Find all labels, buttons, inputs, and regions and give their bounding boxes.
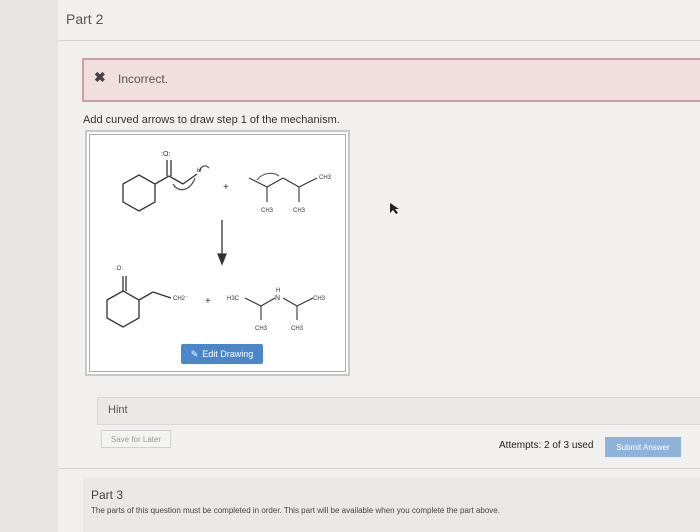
reactant-oxygen-label: :O:	[161, 151, 170, 158]
edit-drawing-button[interactable]: ✎ Edit Drawing	[181, 344, 263, 364]
reactant-amide	[248, 172, 318, 202]
save-for-later-button[interactable]: Save for Later	[101, 430, 171, 448]
question-instruction: Add curved arrows to draw step 1 of the …	[83, 114, 340, 126]
product-carbanion	[106, 276, 172, 328]
alert-message: Incorrect.	[118, 72, 169, 86]
reaction-arrow	[217, 220, 227, 266]
mechanism-structures: :O: H + CH3 CH3 CH3 :O: CH2⁻ + H3C N H C…	[106, 151, 332, 332]
reactant-ch3-left: CH3	[261, 208, 274, 214]
product-nh-label: H	[276, 288, 280, 294]
part-2-title: Part 2	[66, 11, 104, 27]
part-3-description: The parts of this question must be compl…	[91, 506, 500, 515]
mouse-cursor-icon	[390, 203, 399, 214]
mechanism-drawing-canvas[interactable]: :O: H + CH3 CH3 CH3 :O: CH2⁻ + H3C N H C…	[85, 130, 350, 376]
close-icon: ✖	[94, 69, 106, 85]
section-divider	[58, 468, 700, 469]
incorrect-alert: ✖ Incorrect.	[82, 58, 700, 102]
product-ch3-right: CH3	[313, 296, 326, 302]
part-3-section: Part 3 The parts of this question must b…	[83, 478, 700, 532]
product-carbanion-label: CH2⁻	[173, 296, 188, 302]
product-plus-sign: +	[205, 296, 211, 307]
product-oxygen-label: :O:	[115, 266, 123, 272]
submit-answer-button[interactable]: Submit Answer	[605, 437, 681, 457]
product-n-label: N	[275, 295, 280, 302]
part-3-title: Part 3	[91, 488, 124, 502]
reactant-ch3-mid: CH3	[293, 208, 306, 214]
reactant-h-label: H	[197, 168, 201, 174]
product-ch3-left: CH3	[255, 326, 268, 332]
reactant-plus-sign: +	[223, 182, 229, 193]
reactant-ch3-right: CH3	[319, 175, 332, 181]
pencil-icon: ✎	[190, 348, 199, 359]
header-divider	[58, 40, 700, 41]
attempts-counter: Attempts: 2 of 3 used	[499, 440, 594, 451]
hint-label: Hint	[108, 404, 128, 416]
product-h3c-label: H3C	[227, 296, 240, 302]
edit-drawing-label: Edit Drawing	[202, 349, 254, 359]
hint-toggle[interactable]: Hint	[97, 397, 700, 425]
product-ch3-mid: CH3	[291, 326, 304, 332]
